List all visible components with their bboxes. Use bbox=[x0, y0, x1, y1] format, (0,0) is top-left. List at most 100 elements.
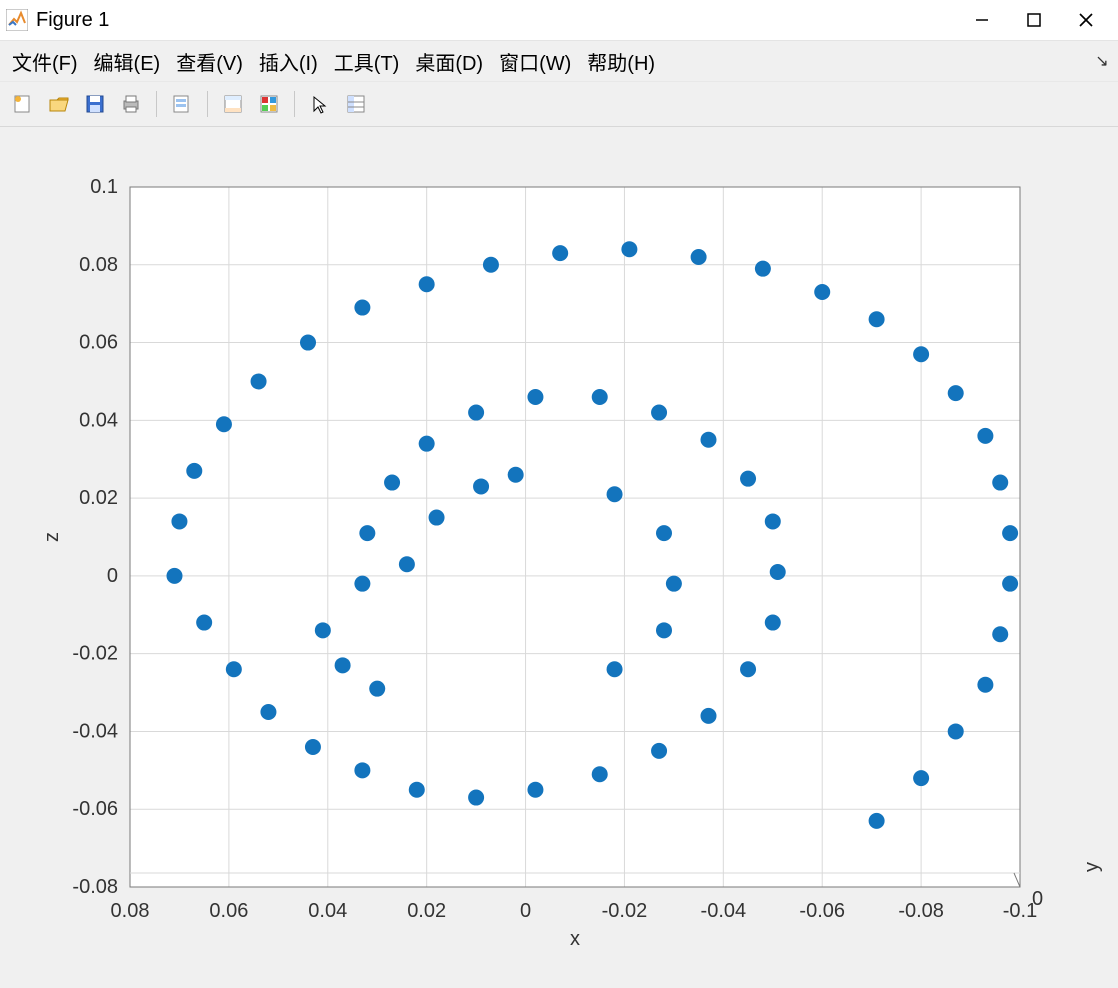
toolbar-separator bbox=[156, 91, 157, 117]
toolbar-separator bbox=[207, 91, 208, 117]
y-tick-label: 0.08 bbox=[79, 254, 118, 276]
data-point bbox=[369, 681, 385, 697]
minimize-button[interactable] bbox=[956, 1, 1008, 39]
data-point bbox=[300, 335, 316, 351]
data-point bbox=[429, 510, 445, 526]
data-point bbox=[216, 416, 232, 432]
y-tick-label: -0.02 bbox=[72, 643, 118, 665]
data-point bbox=[656, 622, 672, 638]
data-point bbox=[527, 389, 543, 405]
data-point bbox=[992, 626, 1008, 642]
data-point bbox=[1002, 576, 1018, 592]
y-tick-label: 0.1 bbox=[90, 176, 118, 198]
menu-file[interactable]: 文件(F) bbox=[6, 45, 84, 78]
data-point bbox=[552, 245, 568, 261]
data-point bbox=[977, 428, 993, 444]
toolbar-separator bbox=[294, 91, 295, 117]
data-point bbox=[186, 463, 202, 479]
data-point bbox=[765, 615, 781, 631]
data-point bbox=[335, 657, 351, 673]
window-title: Figure 1 bbox=[36, 9, 109, 32]
matlab-icon bbox=[6, 9, 28, 31]
data-point bbox=[354, 762, 370, 778]
data-point bbox=[468, 790, 484, 806]
x-tick-label: 0 bbox=[520, 900, 531, 922]
data-point bbox=[992, 475, 1008, 491]
data-point bbox=[384, 475, 400, 491]
y-tick-label: 0.06 bbox=[79, 332, 118, 354]
data-point bbox=[948, 723, 964, 739]
x-axis-label: x bbox=[570, 928, 580, 950]
maximize-button[interactable] bbox=[1008, 1, 1060, 39]
y-tick-label: -0.06 bbox=[72, 798, 118, 820]
x-tick-label: 0.02 bbox=[407, 900, 446, 922]
menu-desktop[interactable]: 桌面(D) bbox=[409, 45, 489, 78]
axes-area[interactable]: 0.080.060.040.020-0.02-0.04-0.06-0.08-0.… bbox=[0, 127, 1118, 988]
data-point bbox=[315, 622, 331, 638]
y-axis-label: y bbox=[1081, 862, 1103, 872]
data-point bbox=[607, 486, 623, 502]
data-point bbox=[251, 373, 267, 389]
data-point bbox=[196, 615, 212, 631]
data-point bbox=[740, 661, 756, 677]
menu-insert[interactable]: 插入(I) bbox=[253, 45, 324, 78]
colorbar-icon[interactable] bbox=[252, 88, 286, 120]
print-icon[interactable] bbox=[114, 88, 148, 120]
property-inspector-icon[interactable] bbox=[339, 88, 373, 120]
data-point bbox=[468, 405, 484, 421]
menu-window[interactable]: 窗口(W) bbox=[493, 45, 577, 78]
data-point bbox=[508, 467, 524, 483]
data-point bbox=[483, 257, 499, 273]
data-point bbox=[409, 782, 425, 798]
y-tick-label: 0 bbox=[107, 565, 118, 587]
data-point bbox=[527, 782, 543, 798]
data-point bbox=[167, 568, 183, 584]
menu-tools[interactable]: 工具(T) bbox=[328, 45, 406, 78]
open-icon[interactable] bbox=[42, 88, 76, 120]
x-tick-label: -0.04 bbox=[701, 900, 747, 922]
new-figure-icon[interactable] bbox=[6, 88, 40, 120]
z-axis-label: z bbox=[41, 532, 63, 542]
data-point bbox=[814, 284, 830, 300]
data-point bbox=[651, 743, 667, 759]
menu-help[interactable]: 帮助(H) bbox=[581, 45, 661, 78]
menu-bar: 文件(F) 编辑(E) 查看(V) 插入(I) 工具(T) 桌面(D) 窗口(W… bbox=[0, 40, 1118, 81]
data-point bbox=[1002, 525, 1018, 541]
data-point bbox=[226, 661, 242, 677]
data-point bbox=[765, 513, 781, 529]
print-preview-icon[interactable] bbox=[165, 88, 199, 120]
data-point bbox=[948, 385, 964, 401]
data-point bbox=[473, 478, 489, 494]
data-point bbox=[869, 813, 885, 829]
link-axes-icon[interactable] bbox=[216, 88, 250, 120]
data-point bbox=[770, 564, 786, 580]
menu-edit[interactable]: 编辑(E) bbox=[88, 45, 167, 78]
close-button[interactable] bbox=[1060, 1, 1112, 39]
data-point bbox=[359, 525, 375, 541]
data-point bbox=[354, 300, 370, 316]
data-point bbox=[419, 436, 435, 452]
menu-view[interactable]: 查看(V) bbox=[170, 45, 249, 78]
x-tick-label: 0.08 bbox=[111, 900, 150, 922]
expand-toolbar-icon[interactable]: ↘ bbox=[1092, 51, 1112, 71]
x-tick-label: -0.02 bbox=[602, 900, 648, 922]
data-point bbox=[419, 276, 435, 292]
y-tick-label: 0 bbox=[1032, 888, 1043, 910]
data-point bbox=[260, 704, 276, 720]
data-point bbox=[607, 661, 623, 677]
data-point bbox=[592, 389, 608, 405]
data-point bbox=[171, 513, 187, 529]
data-point bbox=[354, 576, 370, 592]
data-point bbox=[755, 261, 771, 277]
title-bar: Figure 1 bbox=[0, 0, 1118, 40]
data-point bbox=[666, 576, 682, 592]
scatter-chart: 0.080.060.040.020-0.02-0.04-0.06-0.08-0.… bbox=[0, 127, 1118, 988]
y-tick-label: -0.04 bbox=[72, 720, 118, 742]
y-tick-label: -0.08 bbox=[72, 876, 118, 898]
data-point bbox=[651, 405, 667, 421]
data-point bbox=[913, 346, 929, 362]
x-tick-label: -0.06 bbox=[799, 900, 845, 922]
data-point bbox=[913, 770, 929, 786]
save-icon[interactable] bbox=[78, 88, 112, 120]
pointer-icon[interactable] bbox=[303, 88, 337, 120]
